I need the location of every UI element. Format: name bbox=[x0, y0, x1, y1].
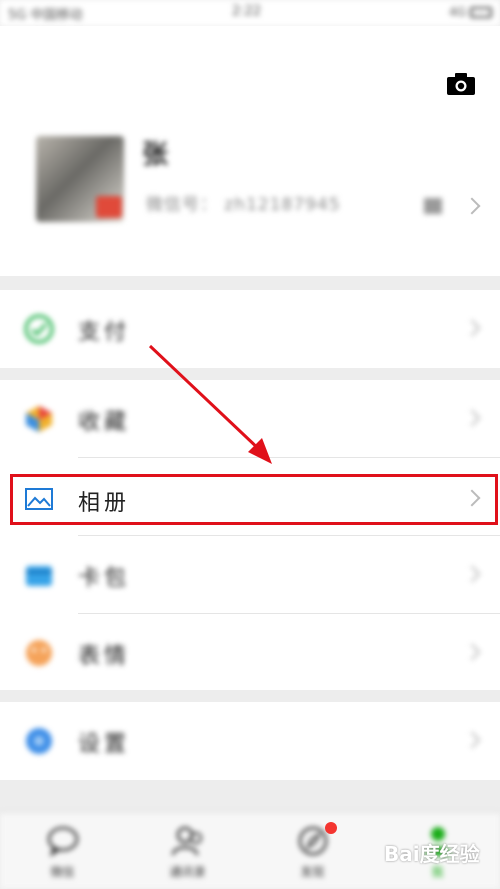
pay-icon bbox=[24, 314, 54, 344]
contacts-icon bbox=[171, 826, 202, 856]
chevron-right-icon bbox=[463, 643, 481, 661]
menu-label-pay: 支付 bbox=[78, 320, 131, 345]
menu-label-stickers: 表情 bbox=[78, 644, 131, 669]
tab-label: 发现 bbox=[300, 865, 325, 879]
features-group: 收藏 相册 卡包 表情 bbox=[0, 380, 500, 690]
pay-group: 支付 bbox=[0, 290, 500, 368]
wechat-id: 微信号： zh12187945 bbox=[146, 195, 341, 215]
cards-icon bbox=[26, 566, 52, 586]
tab-label: 通讯录 bbox=[169, 865, 206, 879]
status-right: 4G bbox=[449, 5, 492, 19]
camera-icon[interactable] bbox=[447, 73, 475, 95]
menu-item-favorites[interactable]: 收藏 bbox=[0, 380, 500, 458]
settings-icon bbox=[26, 728, 52, 754]
notification-dot bbox=[325, 822, 337, 834]
tab-contacts[interactable]: 通讯录 bbox=[125, 813, 250, 889]
watermark: Bai度经验 bbox=[384, 842, 480, 866]
profile-name: 张 bbox=[142, 140, 169, 170]
menu-label-cards: 卡包 bbox=[78, 566, 131, 591]
menu-item-cards[interactable]: 卡包 bbox=[0, 536, 500, 614]
chevron-right-icon bbox=[463, 197, 481, 215]
chevron-right-icon bbox=[463, 565, 481, 583]
menu-item-settings[interactable]: 设置 bbox=[0, 702, 500, 780]
stickers-icon bbox=[26, 640, 52, 666]
chat-bubble-icon bbox=[47, 826, 79, 857]
chevron-right-icon bbox=[463, 731, 481, 749]
menu-label-settings: 设置 bbox=[78, 732, 131, 757]
battery-icon bbox=[470, 7, 492, 18]
album-highlight-box bbox=[10, 474, 498, 525]
clock: 2:22 bbox=[232, 4, 262, 19]
status-bar: 5G 中国移动 2:22 4G bbox=[0, 0, 500, 26]
menu-item-pay[interactable]: 支付 bbox=[0, 290, 500, 368]
favorites-icon bbox=[26, 406, 52, 432]
settings-group: 设置 bbox=[0, 702, 500, 780]
tab-label: 微信 bbox=[50, 865, 75, 879]
chevron-right-icon bbox=[463, 319, 481, 337]
menu-item-stickers[interactable]: 表情 bbox=[0, 614, 500, 692]
signal-label: 4G bbox=[449, 5, 466, 19]
tab-chats[interactable]: 微信 bbox=[0, 813, 125, 889]
tab-discover[interactable]: 发现 bbox=[250, 813, 375, 889]
chevron-right-icon bbox=[463, 409, 481, 427]
qr-code-icon[interactable] bbox=[424, 198, 442, 214]
carrier-label: 5G 中国移动 bbox=[8, 8, 83, 23]
menu-label-favorites: 收藏 bbox=[78, 410, 131, 435]
avatar-badge bbox=[96, 196, 122, 218]
profile-header[interactable]: 张 微信号： zh12187945 bbox=[0, 26, 500, 276]
